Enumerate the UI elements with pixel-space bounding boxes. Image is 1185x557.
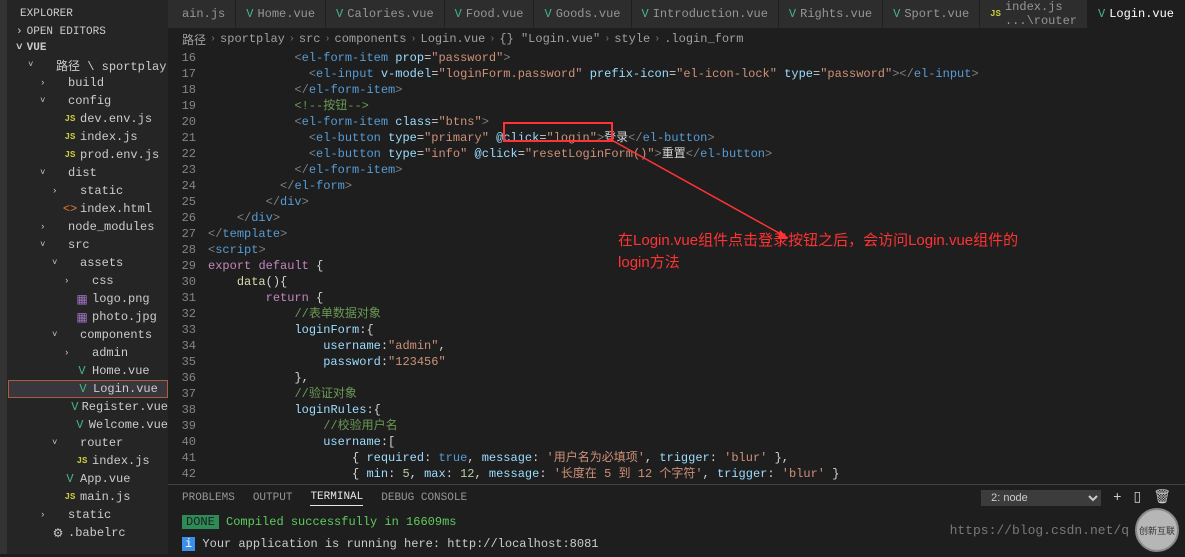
- terminal-select[interactable]: 2: node: [981, 490, 1101, 506]
- panel-tab-problems[interactable]: PROBLEMS: [182, 490, 235, 506]
- tree-item[interactable]: JSindex.js: [8, 452, 168, 470]
- annotation-line2: login方法: [618, 252, 1018, 274]
- editor-tab[interactable]: VIntroduction.vue: [632, 0, 779, 28]
- tree-item[interactable]: VHome.vue: [8, 362, 168, 380]
- editor-tab[interactable]: VRights.vue: [779, 0, 883, 28]
- tree-item[interactable]: ›static: [8, 182, 168, 200]
- done-badge: DONE: [182, 515, 219, 529]
- tree-item[interactable]: ˅路径 \ sportplay: [8, 56, 168, 74]
- tree-item[interactable]: ˅config: [8, 92, 168, 110]
- tree-item[interactable]: ›css: [8, 272, 168, 290]
- tree-item[interactable]: ›static: [8, 506, 168, 524]
- activity-bar[interactable]: [0, 0, 8, 554]
- panel-tab-debug[interactable]: DEBUG CONSOLE: [381, 490, 467, 506]
- watermark: https://blog.csdn.net/q 创新互联: [950, 508, 1179, 552]
- tree-item[interactable]: ›node_modules: [8, 218, 168, 236]
- tree-item[interactable]: JSindex.js: [8, 128, 168, 146]
- open-editors-section[interactable]: › OPEN EDITORS: [8, 24, 168, 40]
- editor-tab[interactable]: VFood.vue: [445, 0, 535, 28]
- editor-tab[interactable]: ain.js: [168, 0, 236, 28]
- tree-item[interactable]: JSprod.env.js: [8, 146, 168, 164]
- annotation-line1: 在Login.vue组件点击登录按钮之后，会访问Login.vue组件的: [618, 230, 1018, 252]
- tree-item[interactable]: ˅router: [8, 434, 168, 452]
- panel-tabs: PROBLEMS OUTPUT TERMINAL DEBUG CONSOLE 2…: [168, 485, 1185, 510]
- file-tree: ˅路径 \ sportplay›build˅configJSdev.env.js…: [8, 56, 168, 554]
- annotation-text: 在Login.vue组件点击登录按钮之后，会访问Login.vue组件的 log…: [618, 230, 1018, 274]
- tree-item[interactable]: ▦logo.png: [8, 290, 168, 308]
- watermark-url: https://blog.csdn.net/q: [950, 523, 1129, 538]
- compile-msg: Compiled successfully in 16609ms: [219, 515, 457, 529]
- editor-tab[interactable]: JSindex.js ...\router: [980, 0, 1088, 28]
- line-gutter: 1617181920212223242526272829303132333435…: [168, 50, 208, 484]
- editor-area: ain.jsVHome.vueVCalories.vueVFood.vueVGo…: [168, 0, 1185, 554]
- add-terminal-icon[interactable]: +: [1113, 490, 1121, 506]
- tree-item[interactable]: JSmain.js: [8, 488, 168, 506]
- running-msg: Your application is running here: http:/…: [195, 537, 598, 551]
- tree-item[interactable]: VRegister.vue: [8, 398, 168, 416]
- project-section[interactable]: ˅ VUE: [8, 40, 168, 56]
- editor-tab[interactable]: VCalories.vue: [326, 0, 445, 28]
- tree-item[interactable]: ˅components: [8, 326, 168, 344]
- tree-item[interactable]: VApp.vue: [8, 470, 168, 488]
- tree-item[interactable]: VLogin.vue: [8, 380, 168, 398]
- tree-item[interactable]: JSdev.env.js: [8, 110, 168, 128]
- panel-tab-output[interactable]: OUTPUT: [253, 490, 293, 506]
- editor-tab[interactable]: VGoods.vue: [534, 0, 631, 28]
- tree-item[interactable]: ˅src: [8, 236, 168, 254]
- panel-toolbar: 2: node + ▯ 🗑: [981, 489, 1171, 506]
- watermark-badge: 创新互联: [1135, 508, 1179, 552]
- chevron-right-icon: ›: [16, 26, 23, 38]
- code-editor[interactable]: 1617181920212223242526272829303132333435…: [168, 50, 1185, 484]
- editor-tab[interactable]: VSport.vue: [883, 0, 980, 28]
- editor-tab[interactable]: VLogin.vue: [1088, 0, 1185, 28]
- tree-item[interactable]: ⚙.babelrc: [8, 524, 168, 542]
- tree-item[interactable]: ˅dist: [8, 164, 168, 182]
- tree-item[interactable]: ›admin: [8, 344, 168, 362]
- breadcrumb[interactable]: 路径›sportplay›src›components›Login.vue›{}…: [168, 28, 1185, 50]
- split-terminal-icon[interactable]: ▯: [1134, 489, 1142, 506]
- sidebar-explorer-header: EXPLORER: [8, 0, 168, 24]
- sidebar: EXPLORER › OPEN EDITORS ˅ VUE ˅路径 \ spor…: [8, 0, 168, 554]
- explorer-label: EXPLORER: [20, 8, 73, 20]
- panel-tab-terminal[interactable]: TERMINAL: [310, 489, 363, 506]
- info-badge: i: [182, 537, 195, 551]
- tree-item[interactable]: ›build: [8, 74, 168, 92]
- tree-item[interactable]: ˅assets: [8, 254, 168, 272]
- project-name: VUE: [27, 42, 47, 54]
- open-editors-label: OPEN EDITORS: [27, 26, 106, 38]
- tree-item[interactable]: VWelcome.vue: [8, 416, 168, 434]
- chevron-down-icon: ˅: [16, 42, 23, 54]
- editor-tab[interactable]: VHome.vue: [236, 0, 326, 28]
- trash-icon[interactable]: 🗑: [1153, 489, 1171, 506]
- editor-tabs: ain.jsVHome.vueVCalories.vueVFood.vueVGo…: [168, 0, 1185, 28]
- tree-item[interactable]: <>index.html: [8, 200, 168, 218]
- tree-item[interactable]: ▦photo.jpg: [8, 308, 168, 326]
